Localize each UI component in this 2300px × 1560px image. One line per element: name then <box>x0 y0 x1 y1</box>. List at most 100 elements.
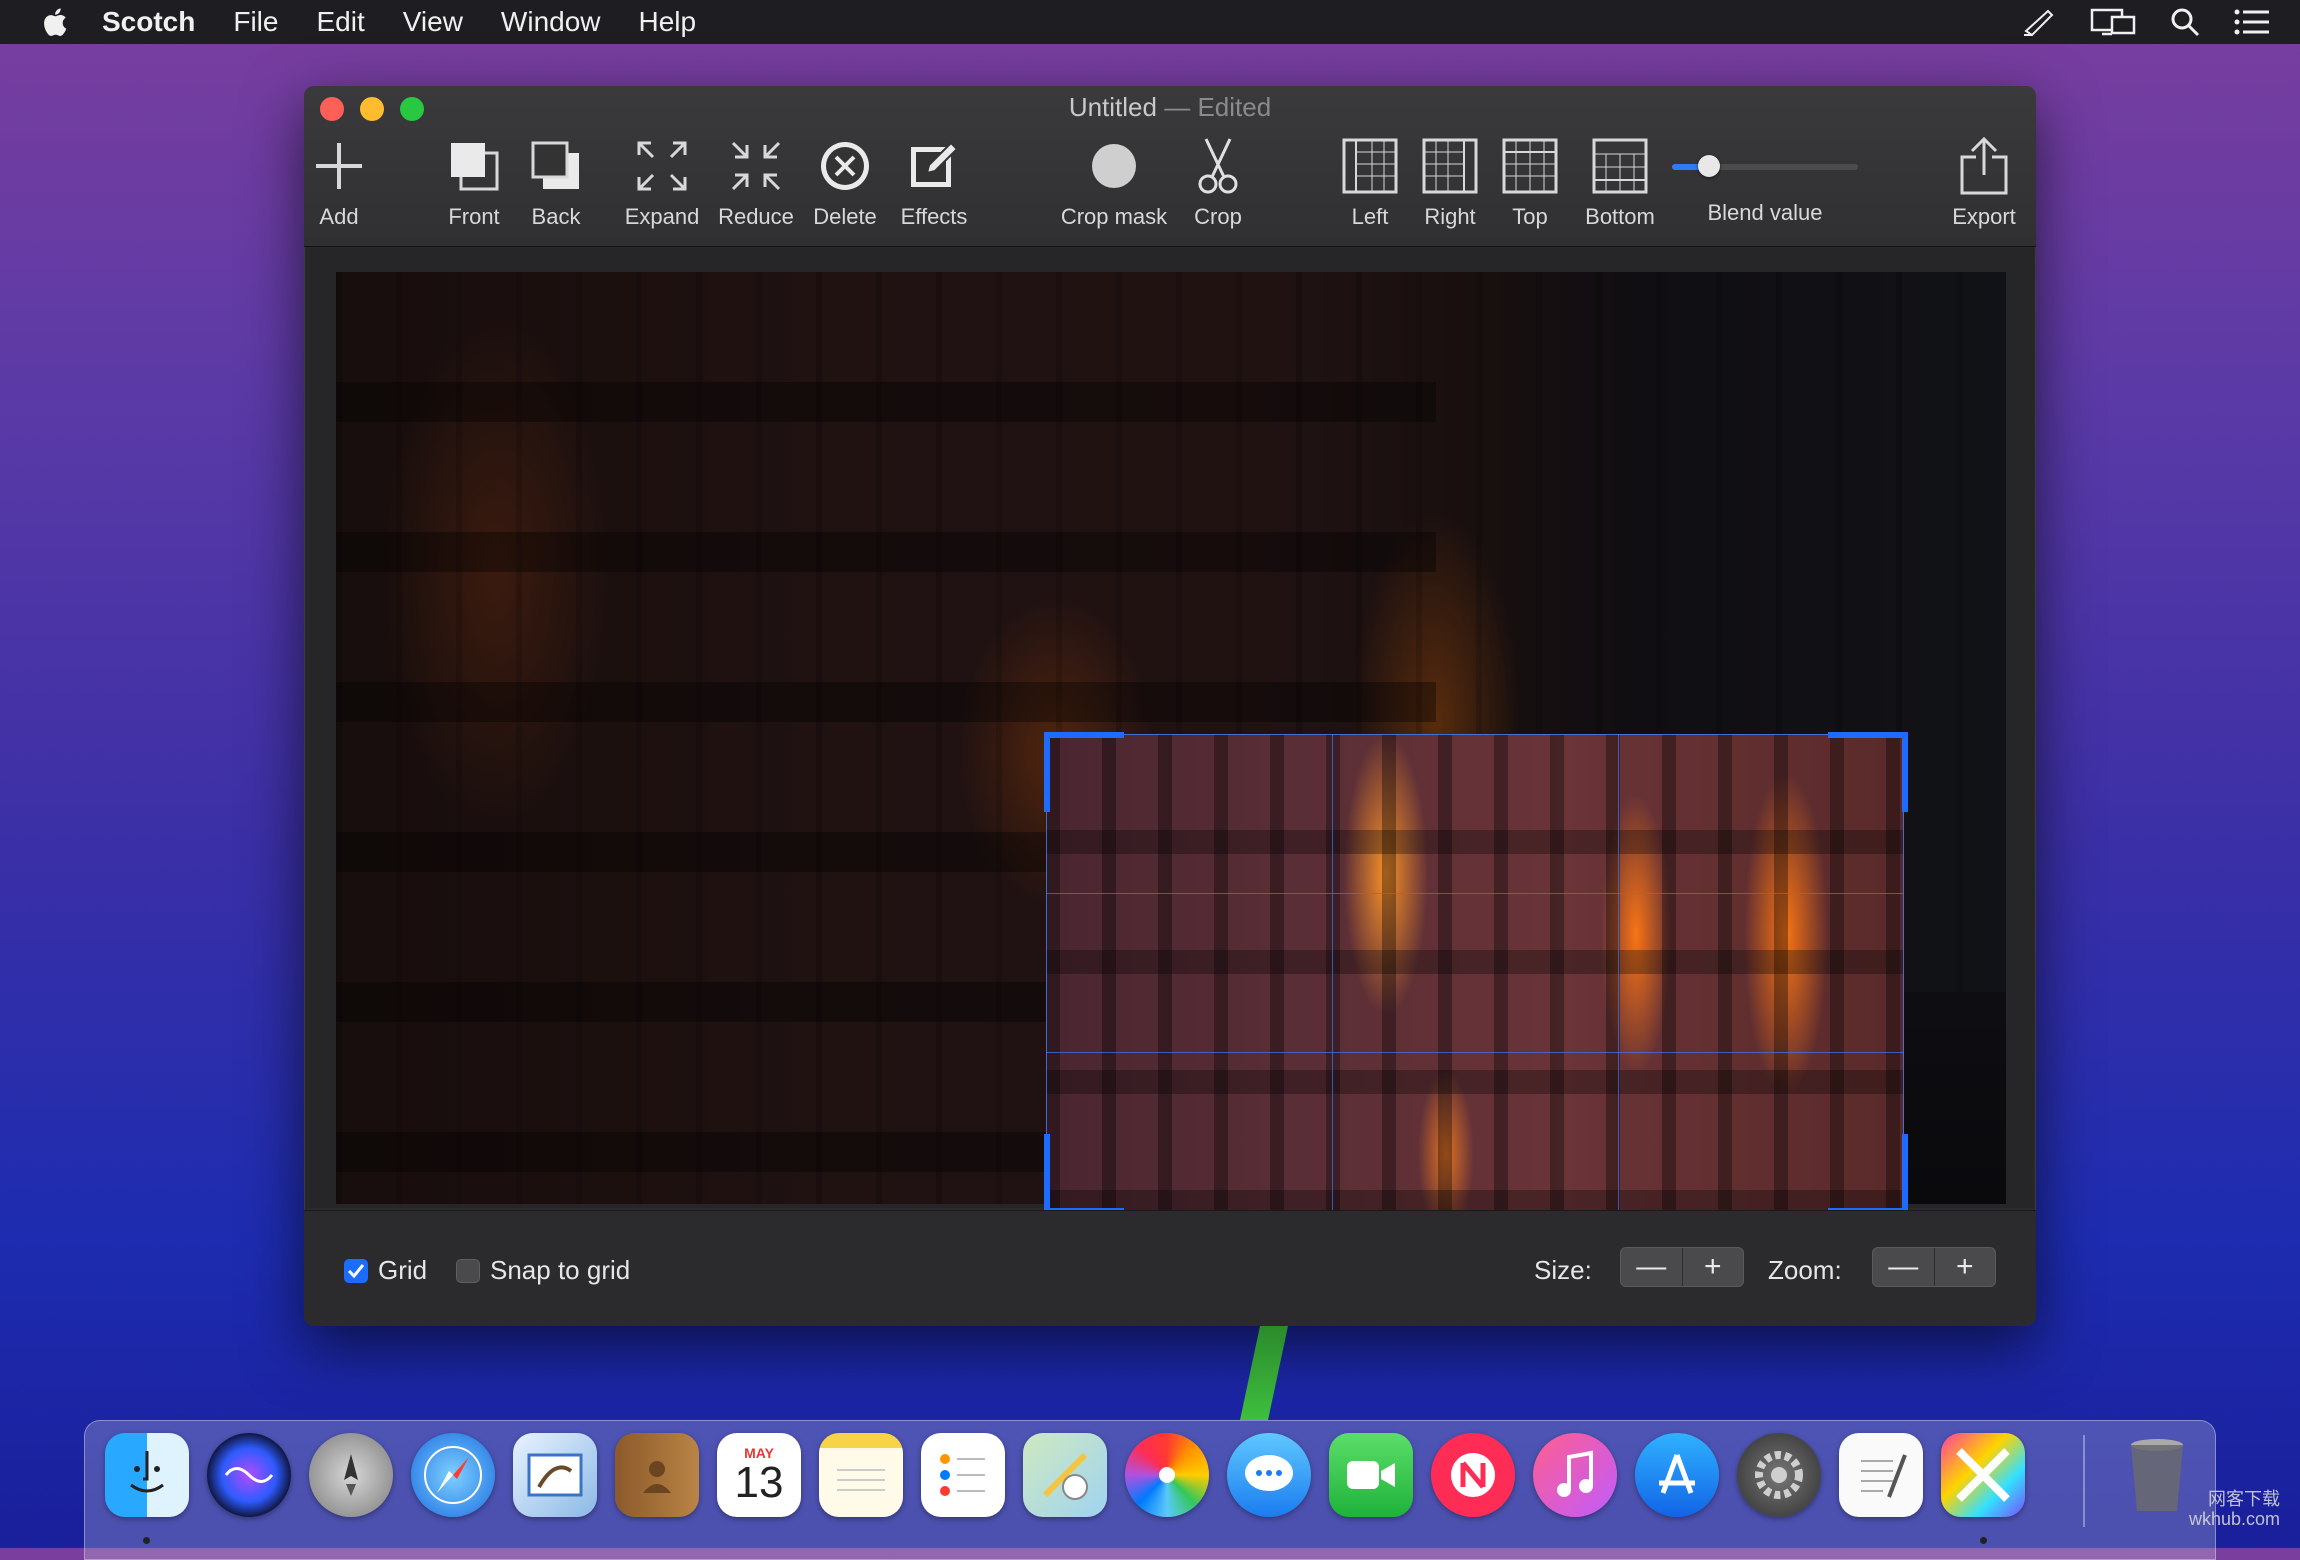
finder-running-indicator <box>143 1537 150 1544</box>
crop-mask-circle-icon <box>1092 144 1136 188</box>
layout-left-icon <box>1342 138 1398 194</box>
mail-icon[interactable] <box>513 1433 597 1517</box>
zoom-out-button[interactable]: — <box>1873 1248 1934 1286</box>
crop-label: Crop <box>1194 204 1242 229</box>
top-label: Top <box>1512 204 1548 229</box>
crop-handle-bottom-left[interactable] <box>1044 1134 1124 1214</box>
delete-button[interactable]: Delete <box>810 136 880 230</box>
crop-mask-button[interactable]: Crop mask <box>1054 136 1174 230</box>
left-label: Left <box>1351 204 1389 229</box>
scotch-app-icon[interactable] <box>1941 1433 2025 1517</box>
expand-button[interactable]: Expand <box>622 136 702 230</box>
dock: MAY 13 <box>84 1420 2216 1560</box>
textedit-icon[interactable] <box>1839 1433 1923 1517</box>
delete-circle-x-icon <box>821 142 869 190</box>
music-icon[interactable] <box>1533 1433 1617 1517</box>
news-icon[interactable] <box>1431 1433 1515 1517</box>
photos-icon[interactable] <box>1125 1433 1209 1517</box>
align-top-button[interactable]: Top <box>1500 136 1560 230</box>
add-label: Add <box>319 204 359 229</box>
layout-right-icon <box>1422 138 1478 194</box>
reduce-arrows-icon <box>731 141 781 191</box>
bring-to-front-icon <box>451 143 499 191</box>
grid-checkbox[interactable]: Grid <box>344 1255 427 1286</box>
launchpad-icon[interactable] <box>309 1433 393 1517</box>
reminders-icon[interactable] <box>921 1433 1005 1517</box>
reduce-button[interactable]: Reduce <box>716 136 796 230</box>
effects-button[interactable]: Effects <box>894 136 974 230</box>
wallpaper-accent <box>1240 1326 1288 1420</box>
menu-app-name[interactable]: Scotch <box>102 6 195 38</box>
crop-button[interactable]: Crop <box>1188 136 1248 230</box>
pen-tray-icon[interactable] <box>2022 7 2056 37</box>
zoom-label: Zoom: <box>1768 1255 1842 1285</box>
window-toolbar: Untitled — Edited Add Front Back Expand … <box>304 86 2036 247</box>
zoom-in-button[interactable]: + <box>1935 1248 1996 1286</box>
zoom-stepper: — + <box>1872 1247 1996 1287</box>
menu-view[interactable]: View <box>403 6 463 38</box>
facetime-icon[interactable] <box>1329 1433 1413 1517</box>
spotlight-search-icon[interactable] <box>2170 7 2200 37</box>
display-mirroring-icon[interactable] <box>2090 7 2136 37</box>
menu-edit[interactable]: Edit <box>316 6 364 38</box>
effects-label: Effects <box>900 204 968 229</box>
calendar-icon[interactable]: MAY 13 <box>717 1433 801 1517</box>
notes-icon[interactable] <box>819 1433 903 1517</box>
bottom-bar: Grid Snap to grid Size: — + Zoom: — + <box>304 1210 2036 1326</box>
scotch-running-indicator <box>1980 1537 1987 1544</box>
size-decrease-button[interactable]: — <box>1621 1248 1682 1286</box>
menu-help[interactable]: Help <box>639 6 697 38</box>
safari-icon[interactable] <box>411 1433 495 1517</box>
document-status: Edited <box>1197 92 1272 122</box>
crop-outline <box>1046 734 1904 1212</box>
size-label: Size: <box>1534 1255 1592 1285</box>
menu-file[interactable]: File <box>233 6 278 38</box>
grid-checkbox-box[interactable] <box>344 1258 368 1283</box>
watermark-line2: wkhub.com <box>2188 1509 2280 1530</box>
notification-center-icon[interactable] <box>2234 9 2270 35</box>
snap-to-grid-checkbox[interactable]: Snap to grid <box>456 1255 630 1286</box>
layout-top-icon <box>1502 138 1558 194</box>
document-name: Untitled <box>1068 92 1157 122</box>
siri-icon[interactable] <box>207 1433 291 1517</box>
export-button[interactable]: Export <box>1944 136 2024 230</box>
menu-bar: Scotch File Edit View Window Help <box>0 0 2300 44</box>
bottom-label: Bottom <box>1585 204 1655 229</box>
grid-label: Grid <box>378 1255 428 1285</box>
align-left-button[interactable]: Left <box>1340 136 1400 230</box>
menu-window[interactable]: Window <box>501 6 601 38</box>
editing-canvas[interactable] <box>306 248 2034 1214</box>
menu-extras <box>2022 0 2270 44</box>
dock-divider <box>2083 1435 2085 1527</box>
snap-checkbox-box[interactable] <box>456 1258 480 1283</box>
front-label: Front <box>448 204 500 229</box>
scotch-window: Untitled — Edited Add Front Back Expand … <box>304 86 2036 1326</box>
snap-to-grid-label: Snap to grid <box>490 1255 631 1285</box>
watermark: 网客下载 wkhub.com <box>2189 1490 2280 1530</box>
trash-icon[interactable] <box>2115 1433 2199 1517</box>
add-button[interactable]: Add <box>314 136 364 230</box>
maps-icon[interactable] <box>1023 1433 1107 1517</box>
crop-handle-top-right[interactable] <box>1828 732 1908 812</box>
crop-handle-bottom-right[interactable] <box>1828 1134 1908 1214</box>
contacts-icon[interactable] <box>615 1433 699 1517</box>
blend-value-label: Blend value <box>1707 200 1823 225</box>
align-bottom-button[interactable]: Bottom <box>1580 136 1660 230</box>
system-preferences-icon[interactable] <box>1737 1433 1821 1517</box>
size-stepper: — + <box>1620 1247 1744 1287</box>
finder-icon[interactable] <box>105 1433 189 1517</box>
app-store-icon[interactable] <box>1635 1433 1719 1517</box>
front-button[interactable]: Front <box>444 136 504 230</box>
expand-arrows-icon <box>637 141 687 191</box>
apple-icon[interactable] <box>40 6 68 38</box>
blend-value-control: Blend value <box>1670 136 1860 226</box>
align-right-button[interactable]: Right <box>1420 136 1480 230</box>
crop-handle-top-left[interactable] <box>1044 732 1124 812</box>
share-export-icon <box>1960 137 2008 195</box>
plus-icon <box>316 143 362 189</box>
messages-icon[interactable] <box>1227 1433 1311 1517</box>
blend-value-slider[interactable] <box>1672 155 1858 177</box>
blend-slider-knob[interactable] <box>1698 155 1721 177</box>
size-increase-button[interactable]: + <box>1683 1248 1744 1286</box>
back-button[interactable]: Back <box>526 136 586 230</box>
